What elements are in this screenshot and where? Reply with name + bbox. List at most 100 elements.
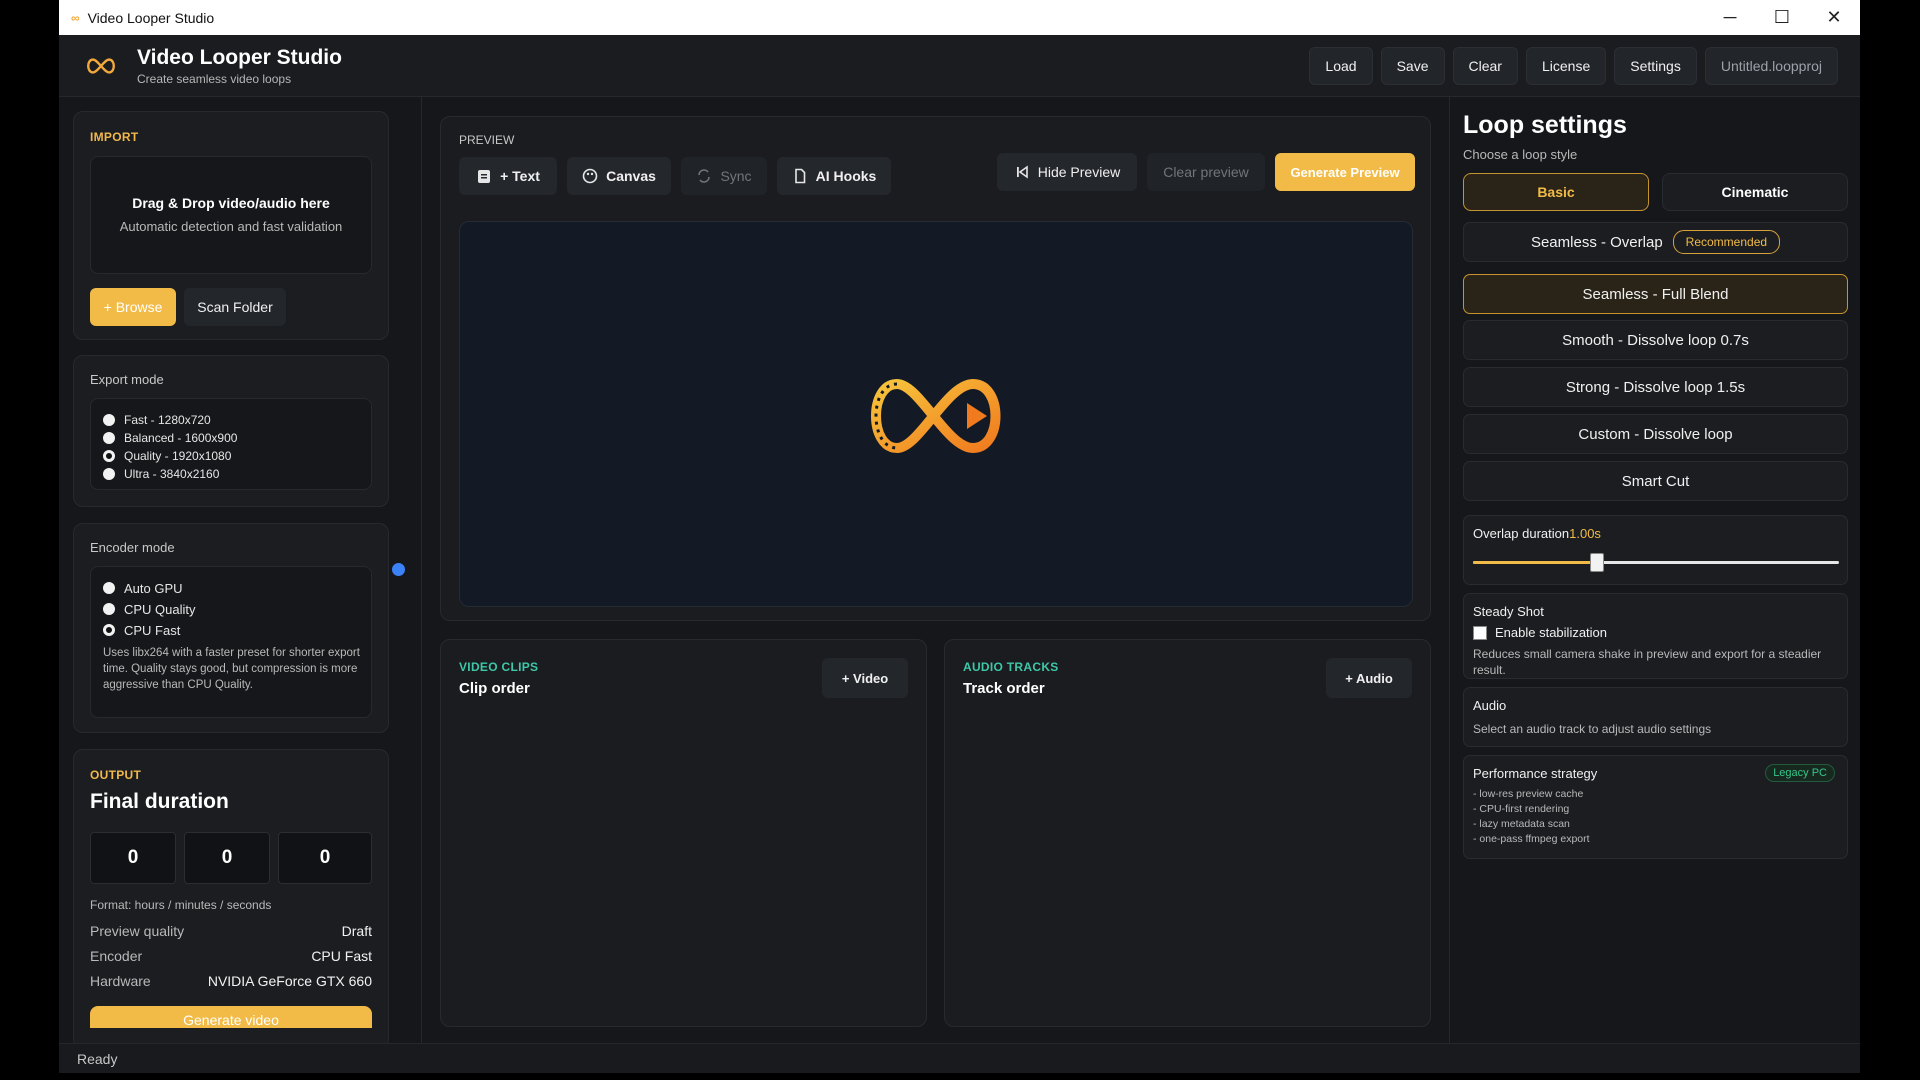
- logo-icon: [87, 57, 115, 74]
- sync-icon: [698, 169, 711, 183]
- encoder-mode-option-label: CPU Fast: [124, 622, 181, 638]
- clipboard-icon: [478, 170, 491, 183]
- radio-button[interactable]: [103, 603, 115, 615]
- export-mode-option-label: Quality - 1920x1080: [124, 449, 232, 463]
- window-title: Video Looper Studio: [87, 9, 215, 26]
- encoder-mode-option[interactable]: CPU Fast: [103, 621, 361, 639]
- encoder-mode-option-label: CPU Quality: [124, 601, 196, 617]
- audio-description: Select an audio track to adjust audio se…: [1473, 722, 1712, 736]
- settings-button[interactable]: Settings: [1614, 46, 1697, 85]
- stabilization-label: Enable stabilization: [1495, 625, 1608, 640]
- title-bar: ∞ Video Looper Studio ─ ☐ ✕: [59, 0, 1860, 35]
- final-duration-title: Final duration: [90, 790, 229, 813]
- hours-input[interactable]: 0: [90, 832, 176, 884]
- app-title: Video Looper Studio: [137, 45, 342, 69]
- overlap-duration-card: Overlap duration1.00s: [1463, 515, 1848, 585]
- browse-button[interactable]: + Browse: [90, 288, 176, 326]
- loop-icon: ∞: [71, 10, 80, 25]
- project-name-button[interactable]: Untitled.loopproj: [1704, 46, 1838, 85]
- loop-settings-panel: Loop settings Choose a loop style Basic …: [1449, 97, 1860, 1043]
- encoder-mode-card: Encoder mode Auto GPU CPU Quality CPU Fast…: [73, 523, 389, 733]
- export-mode-option[interactable]: Ultra - 3840x2160: [103, 465, 371, 483]
- export-mode-card: Export mode Fast - 1280x720 Balanced - 16…: [73, 355, 389, 507]
- radio-button[interactable]: [103, 414, 115, 426]
- export-mode-option-label: Balanced - 1600x900: [124, 431, 238, 445]
- performance-item: - CPU-first rendering: [1473, 803, 1570, 815]
- preview-label: PREVIEW: [459, 133, 515, 147]
- splitter-handle[interactable]: [392, 563, 405, 576]
- radio-button[interactable]: [103, 450, 115, 462]
- option-seamless-overlap[interactable]: Seamless - Overlap Recommended: [1463, 222, 1848, 262]
- stabilization-checkbox[interactable]: [1473, 625, 1487, 640]
- video-clips-label: VIDEO CLIPS: [459, 660, 539, 674]
- preview-card: PREVIEW + Text Canvas Sync AI Hooks Hide…: [440, 116, 1431, 621]
- drop-zone[interactable]: Drag & Drop video/audio here Automatic d…: [90, 156, 372, 274]
- minutes-input[interactable]: 0: [184, 832, 270, 884]
- performance-item: - one-pass ffmpeg export: [1473, 833, 1590, 845]
- export-mode-option-label: Ultra - 3840x2160: [124, 467, 220, 481]
- add-video-button[interactable]: + Video: [822, 658, 908, 698]
- track-order-title: Track order: [963, 680, 1045, 697]
- maximize-icon[interactable]: ☐: [1756, 0, 1808, 35]
- encoder-mode-option-label: Auto GPU: [124, 580, 183, 596]
- add-audio-button[interactable]: + Audio: [1326, 658, 1412, 698]
- generate-preview-button[interactable]: Generate Preview: [1275, 153, 1415, 191]
- clear-button[interactable]: Clear: [1452, 46, 1518, 85]
- encoder-description: Uses libx264 with a faster preset for sh…: [103, 647, 360, 691]
- option-custom-dissolve[interactable]: Custom - Dissolve loop: [1463, 414, 1848, 454]
- encoder-mode-option[interactable]: CPU Quality: [103, 600, 361, 618]
- clear-preview-button[interactable]: Clear preview: [1147, 153, 1265, 191]
- import-card: IMPORT Drag & Drop video/audio here Auto…: [73, 111, 389, 340]
- export-mode-option[interactable]: Quality - 1920x1080: [103, 447, 371, 465]
- recommended-badge: Recommended: [1672, 230, 1781, 254]
- tab-cinematic[interactable]: Cinematic: [1662, 173, 1848, 211]
- export-mode-option[interactable]: Balanced - 1600x900: [103, 429, 371, 447]
- palette-icon: [582, 168, 598, 184]
- seconds-input[interactable]: 0: [278, 832, 372, 884]
- add-text-button[interactable]: + Text: [459, 157, 557, 195]
- save-button[interactable]: Save: [1380, 46, 1445, 85]
- steady-shot-description: Reduces small camera shake in preview an…: [1473, 647, 1822, 677]
- encoder-mode-label: Encoder mode: [90, 540, 175, 555]
- minimize-icon[interactable]: ─: [1704, 0, 1756, 35]
- audio-tracks-card: AUDIO TRACKS Track order + Audio: [944, 639, 1431, 1027]
- license-button[interactable]: License: [1525, 46, 1607, 85]
- option-smart-cut[interactable]: Smart Cut: [1463, 461, 1848, 501]
- encoder-mode-option[interactable]: Auto GPU: [103, 579, 361, 597]
- tab-basic[interactable]: Basic: [1463, 173, 1649, 211]
- performance-item: - low-res preview cache: [1473, 788, 1584, 800]
- overlap-slider-fill: [1473, 561, 1598, 564]
- app-header: Video Looper Studio Create seamless vide…: [59, 35, 1860, 97]
- close-icon[interactable]: ✕: [1808, 0, 1860, 35]
- scan-folder-button[interactable]: Scan Folder: [184, 288, 286, 326]
- clip-order-title: Clip order: [459, 680, 530, 697]
- option-smooth-dissolve[interactable]: Smooth - Dissolve loop 0.7s: [1463, 320, 1848, 360]
- radio-button[interactable]: [103, 468, 115, 480]
- loop-settings-subtitle: Choose a loop style: [1463, 147, 1578, 162]
- legacy-pc-badge: Legacy PC: [1765, 764, 1835, 782]
- drop-subtitle: Automatic detection and fast validation: [119, 219, 343, 234]
- radio-button[interactable]: [103, 582, 115, 594]
- option-strong-dissolve[interactable]: Strong - Dissolve loop 1.5s: [1463, 367, 1848, 407]
- sync-button[interactable]: Sync: [681, 157, 767, 195]
- overlap-slider-track[interactable]: [1473, 553, 1839, 572]
- overlap-duration-label: Overlap duration: [1473, 526, 1570, 541]
- ai-hooks-button[interactable]: AI Hooks: [777, 157, 891, 195]
- preview-quality-row: Preview quality Draft: [90, 923, 372, 939]
- export-mode-option-label: Fast - 1280x720: [124, 413, 211, 427]
- overlap-slider-thumb[interactable]: [1590, 553, 1605, 572]
- generate-video-button[interactable]: Generate video: [90, 1006, 372, 1028]
- hardware-row: Hardware NVIDIA GeForce GTX 660: [90, 973, 372, 989]
- hide-preview-button[interactable]: Hide Preview: [997, 153, 1137, 191]
- load-button[interactable]: Load: [1309, 46, 1373, 85]
- preview-canvas[interactable]: [459, 221, 1413, 607]
- option-seamless-full-blend[interactable]: Seamless - Full Blend: [1463, 274, 1848, 314]
- radio-button[interactable]: [103, 624, 115, 636]
- export-mode-label: Export mode: [90, 372, 164, 387]
- export-mode-option[interactable]: Fast - 1280x720: [103, 411, 371, 429]
- import-label: IMPORT: [90, 130, 139, 144]
- output-card: OUTPUT Final duration 0 0 0 Format: hour…: [73, 749, 389, 1049]
- encoder-row: Encoder CPU Fast: [90, 948, 372, 964]
- radio-button[interactable]: [103, 432, 115, 444]
- canvas-button[interactable]: Canvas: [567, 157, 671, 195]
